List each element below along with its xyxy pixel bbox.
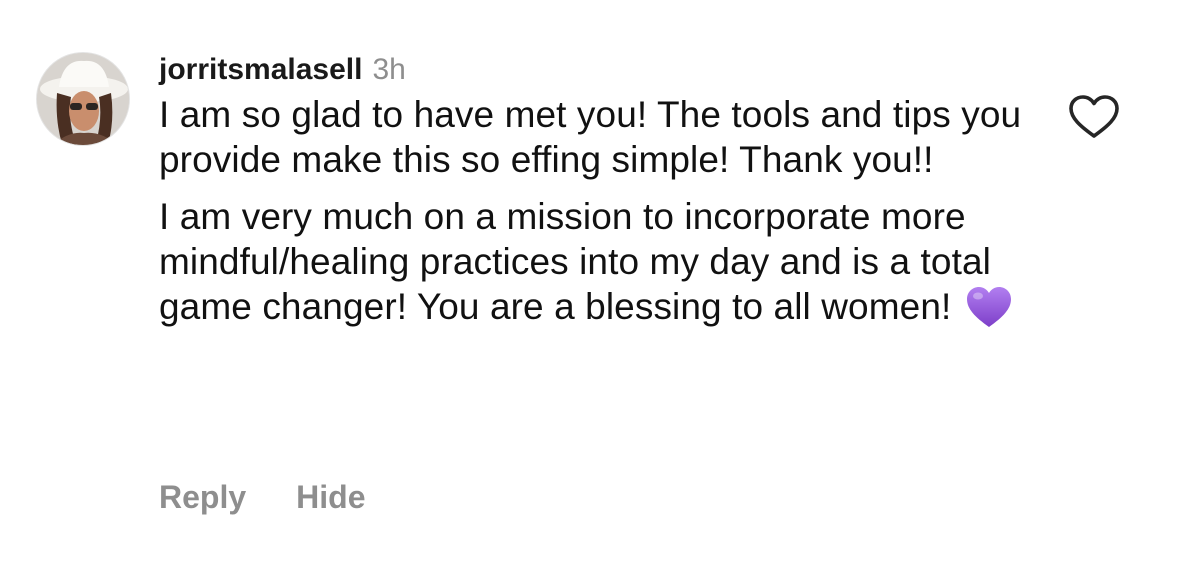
comment-paragraph-2-text: I am very much on a mission to incorpora… bbox=[159, 196, 991, 327]
like-button[interactable] bbox=[1068, 94, 1120, 140]
avatar-image bbox=[37, 53, 129, 145]
comment-paragraph-2: I am very much on a mission to incorpora… bbox=[159, 194, 1039, 329]
username-link[interactable]: jorritsmalasell bbox=[159, 50, 362, 90]
comment-text: I am so glad to have met you! The tools … bbox=[159, 92, 1039, 329]
comment-body: jorritsmalasell 3h I am so glad to have … bbox=[159, 50, 1039, 329]
comment-paragraph-1: I am so glad to have met you! The tools … bbox=[159, 94, 1022, 180]
comment-item: jorritsmalasell 3h I am so glad to have … bbox=[0, 0, 1178, 583]
avatar[interactable] bbox=[36, 52, 130, 146]
hide-button[interactable]: Hide bbox=[296, 476, 365, 518]
comment-actions: Reply Hide bbox=[159, 476, 365, 518]
timestamp: 3h bbox=[372, 53, 406, 86]
heart-outline-icon bbox=[1069, 95, 1119, 138]
reply-button[interactable]: Reply bbox=[159, 476, 246, 518]
purple-heart-emoji-icon bbox=[965, 285, 1013, 329]
comment-meta: jorritsmalasell 3h bbox=[159, 50, 1039, 90]
